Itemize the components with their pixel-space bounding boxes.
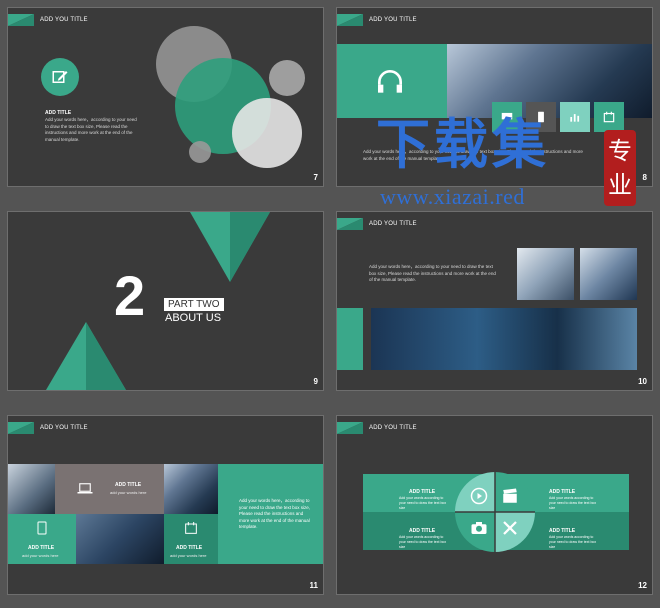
slide-number: 11	[309, 581, 318, 590]
body-text: Add your words here，according to your ne…	[369, 264, 496, 282]
body-text: Add your words here，according to your ne…	[45, 117, 137, 142]
tile-title: ADD TITLE	[28, 545, 55, 551]
slide-title: ADD YOU TITLE	[369, 221, 417, 227]
slide-number: 8	[642, 173, 647, 182]
tools-icon	[503, 521, 517, 535]
slide-number: 7	[313, 173, 318, 182]
text-panel: Add your words here，according to your ne…	[218, 464, 323, 564]
center-circle	[455, 472, 535, 552]
slide-12[interactable]: ADD YOU TITLE ADD TITLE Add your words a…	[336, 415, 653, 595]
slide-9[interactable]: 2 PART TWO ABOUT US 9	[7, 211, 324, 391]
header-triangle	[8, 14, 34, 26]
tech-photo	[371, 308, 637, 370]
play-icon	[470, 487, 488, 505]
slide-number: 10	[638, 377, 647, 386]
tile-calendar[interactable]: ADD TITLE add your words here	[164, 514, 218, 564]
slide-11[interactable]: ADD YOU TITLE ADD TITLE add your words h…	[7, 415, 324, 595]
tile-text: add your words here	[22, 553, 59, 558]
slide-10[interactable]: ADD YOU TITLE Add your words here，accord…	[336, 211, 653, 391]
tile-title: ADD TITLE	[115, 482, 142, 488]
touch-photo	[580, 248, 637, 300]
tablet-icon	[37, 521, 47, 535]
hands-photo	[76, 514, 164, 564]
decor-circle	[269, 60, 305, 96]
triangle-bottom	[46, 322, 126, 390]
chart-tile[interactable]	[560, 102, 590, 132]
header-triangle	[337, 14, 363, 26]
edit-icon	[52, 71, 68, 83]
item-title: ADD TITLE	[549, 489, 576, 495]
item-text: Add your words according to your need to…	[549, 535, 597, 549]
accent-bar	[337, 308, 363, 370]
laptop-icon	[77, 483, 93, 494]
chart-icon	[570, 114, 580, 122]
slide-7[interactable]: ADD YOU TITLE ADD TITLE Add your words h…	[7, 7, 324, 187]
watermark-chinese: 下载集	[376, 113, 550, 176]
slide-title: ADD YOU TITLE	[369, 17, 417, 23]
subtitle: ADD TITLE	[45, 110, 72, 116]
header-triangle	[337, 218, 363, 230]
part-label: PART TWO	[164, 298, 224, 311]
triangle-top	[190, 212, 270, 282]
tile-text: add your words here	[110, 490, 147, 495]
slide-title: ADD YOU TITLE	[40, 425, 88, 431]
part-number: 2	[114, 264, 146, 327]
accent-block	[337, 44, 447, 118]
decor-circle	[232, 98, 302, 168]
tile-title: ADD TITLE	[176, 545, 203, 551]
slide-number: 9	[313, 377, 318, 386]
item-text: Add your words according to your need to…	[399, 535, 447, 549]
part-title: ABOUT US	[165, 312, 222, 324]
header-triangle	[8, 422, 34, 434]
decor-circle	[189, 141, 211, 163]
watermark-url: www.xiazai.red	[380, 184, 525, 209]
edit-icon-circle	[41, 58, 79, 96]
tile-tablet[interactable]: ADD TITLE add your words here	[8, 514, 76, 564]
header-triangle	[337, 422, 363, 434]
headphones-icon	[378, 70, 402, 93]
item-text: Add your words according to your need to…	[549, 496, 597, 510]
calendar-icon	[603, 111, 615, 123]
item-title: ADD TITLE	[409, 489, 436, 495]
body-text: Add your words here，according to your ne…	[239, 498, 311, 529]
item-title: ADD TITLE	[409, 528, 436, 534]
item-text: Add your words according to your need to…	[399, 496, 447, 510]
business-photo	[164, 464, 218, 514]
calendar-icon	[185, 522, 197, 534]
calendar-tile[interactable]	[594, 102, 624, 132]
keyboard-photo	[517, 248, 574, 300]
clapperboard-icon	[503, 488, 517, 503]
camera-icon	[471, 522, 487, 534]
tile-text: add your words here	[170, 553, 207, 558]
slide-title: ADD YOU TITLE	[369, 425, 417, 431]
badge-text: 专业	[608, 137, 632, 199]
watermark-badge: 专业	[604, 130, 636, 206]
keyboard-photo	[8, 464, 55, 514]
item-title: ADD TITLE	[549, 528, 576, 534]
slide-number: 12	[638, 581, 647, 590]
slide-title: ADD YOU TITLE	[40, 17, 88, 23]
tile-laptop[interactable]: ADD TITLE add your words here	[55, 464, 164, 514]
